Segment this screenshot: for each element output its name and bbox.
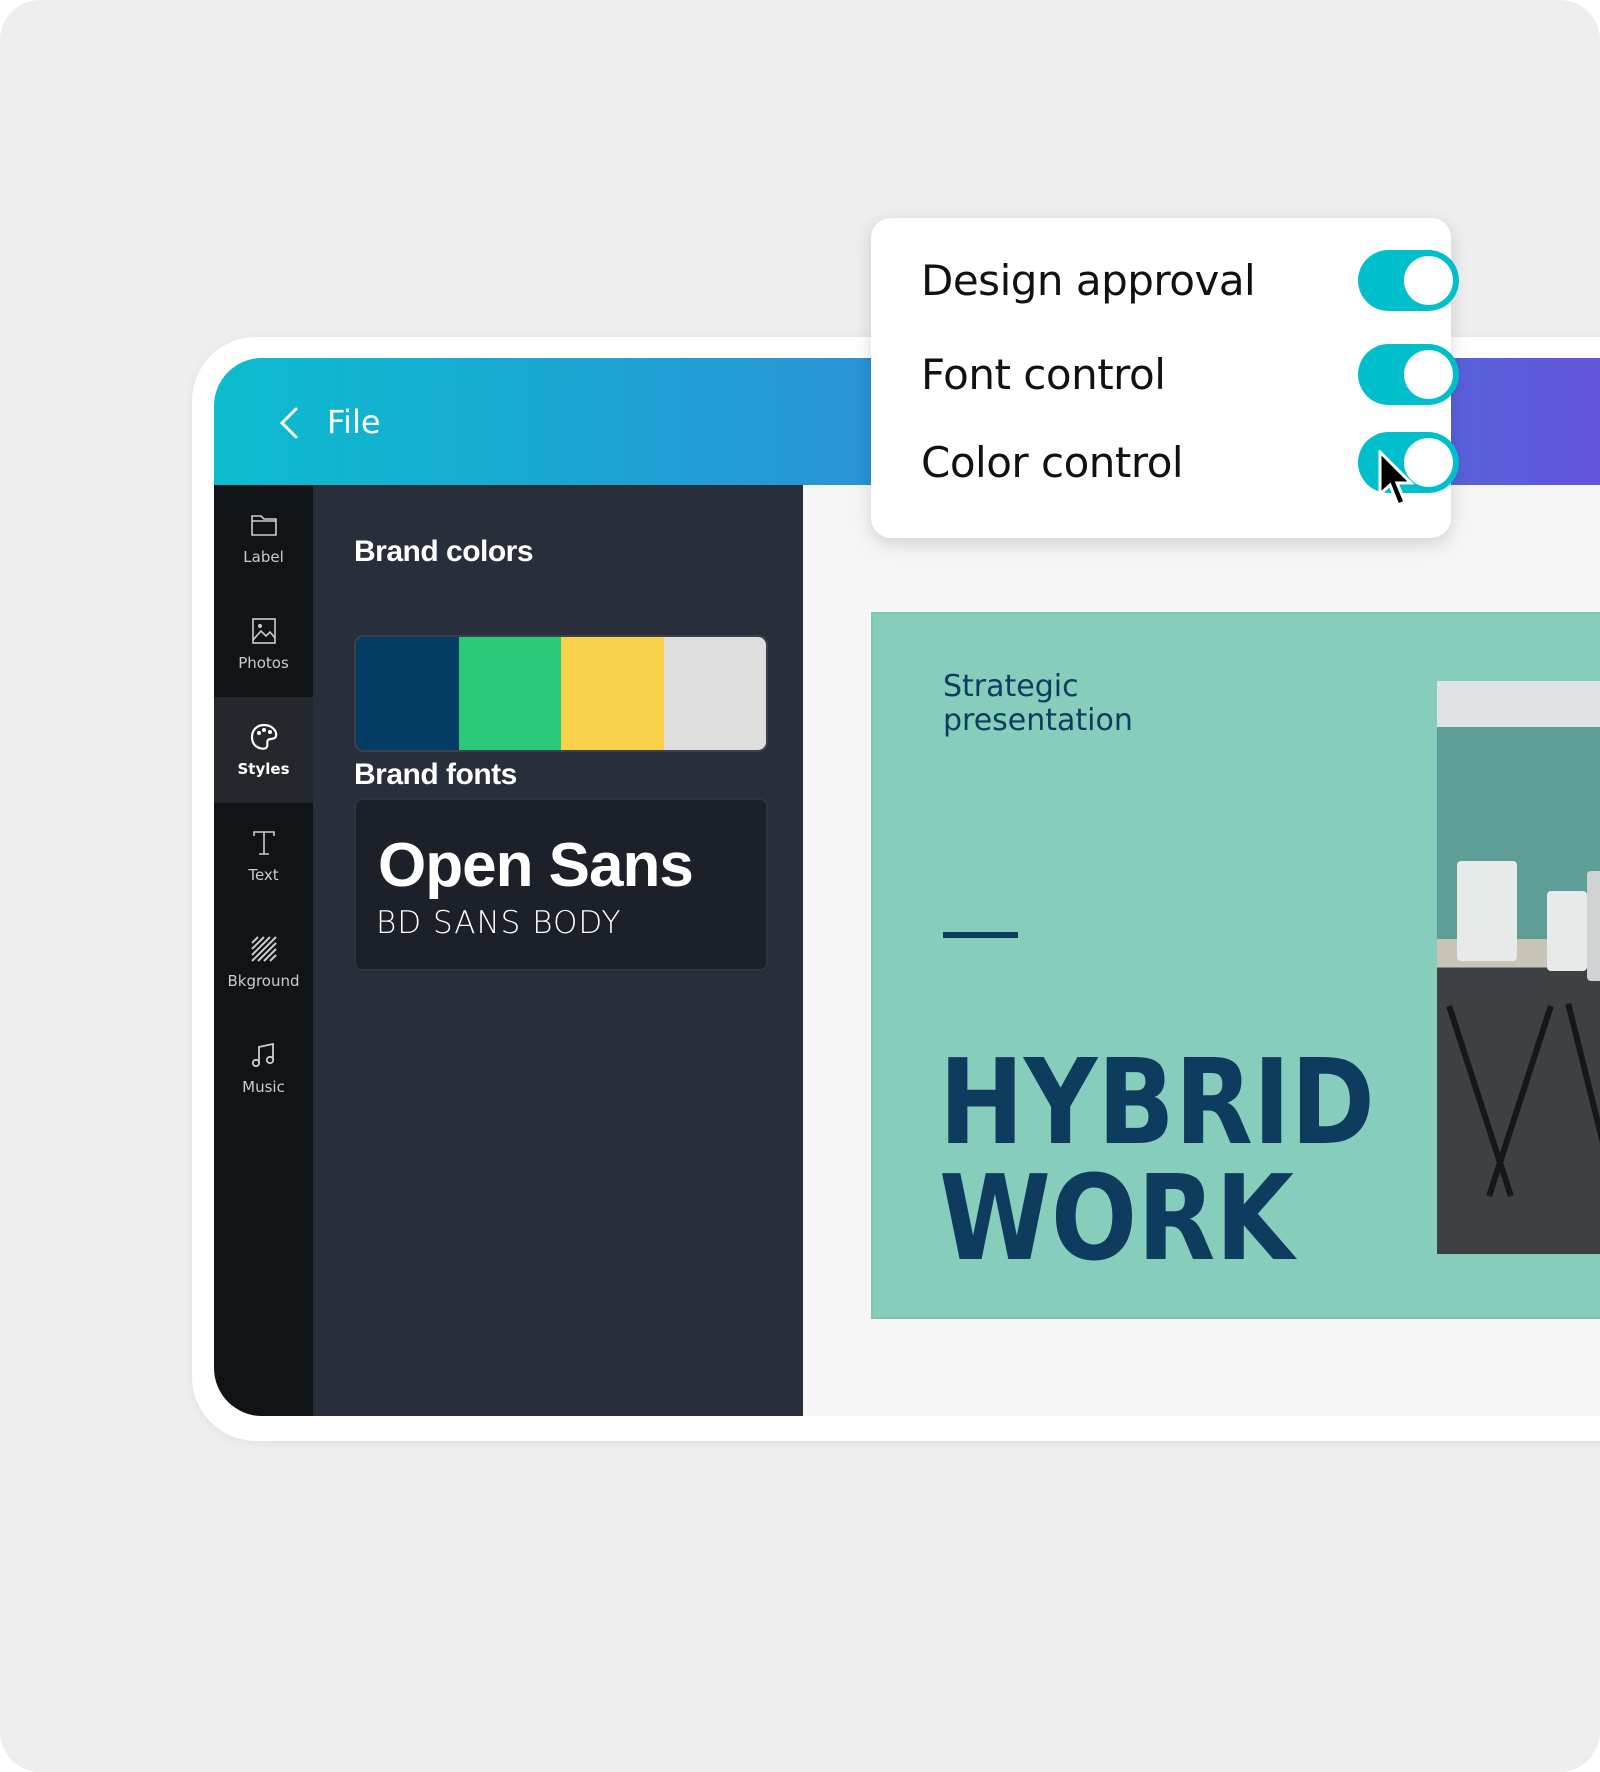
toggle-label: Design approval (921, 256, 1256, 305)
subtitle-line: presentation (943, 703, 1133, 738)
brand-colors-heading: Brand colors (354, 535, 534, 568)
sidebar-item-background[interactable]: Bkground (214, 909, 313, 1015)
sidebar-item-text: Text (248, 866, 279, 884)
design-approval-toggle[interactable] (1358, 250, 1459, 311)
monitor-shape (1547, 891, 1587, 971)
desk-leg (1565, 1002, 1600, 1180)
heading-font-name: Open Sans (378, 831, 694, 900)
sidebar-item-styles[interactable]: Styles (214, 697, 313, 803)
sidebar-item-text: Photos (238, 654, 289, 672)
sidebar-item-text: Music (242, 1078, 285, 1096)
toggle-label: Font control (921, 350, 1166, 399)
title-line: HYBRID (939, 1033, 1375, 1171)
folder-icon (250, 515, 277, 536)
sidebar-item-text[interactable]: Text (214, 803, 313, 909)
brand-controls-popup: Design approval Font control Color contr… (871, 218, 1459, 538)
color-swatch[interactable] (561, 637, 664, 750)
brand-font-card[interactable]: Open Sans BD SANS BODY (354, 798, 768, 971)
sidebar-item-text: Styles (237, 760, 290, 778)
monitor-shape (1587, 871, 1600, 981)
desk-leg (1446, 1004, 1514, 1198)
toggle-row-design-approval: Design approval (921, 250, 1459, 311)
music-note-icon (251, 1042, 274, 1068)
toggle-row-color-control: Color control (921, 432, 1459, 493)
sidebar-item-text: Bkground (227, 972, 300, 990)
sidebar-rail: Label Photos Styles Text Bkground Music (214, 485, 313, 1416)
body-font-name: BD SANS BODY (376, 905, 622, 941)
desk-leg (1486, 1004, 1554, 1198)
brand-fonts-heading: Brand fonts (354, 758, 517, 791)
file-menu[interactable]: File (327, 403, 381, 441)
subtitle-line: Strategic (943, 669, 1079, 704)
divider-line (943, 932, 1018, 938)
slide-title[interactable]: HYBRID WORK (939, 1033, 1375, 1287)
color-swatch[interactable] (663, 637, 766, 750)
font-control-toggle[interactable] (1358, 344, 1459, 405)
slide-subtitle[interactable]: Strategic presentation (943, 670, 1133, 738)
text-icon (252, 831, 275, 855)
office-photo[interactable] (1437, 681, 1600, 1254)
stage: File Label Photos Styles Text Bkground M… (0, 0, 1600, 1772)
sidebar-item-text: Label (243, 548, 284, 566)
palette-icon (250, 723, 277, 750)
color-swatch[interactable] (458, 637, 561, 750)
monitor-shape (1457, 861, 1517, 961)
sidebar-item-label[interactable]: Label (214, 485, 313, 591)
sidebar-item-music[interactable]: Music (214, 1015, 313, 1121)
brand-color-palette[interactable] (354, 635, 768, 752)
toggle-row-font-control: Font control (921, 344, 1459, 405)
styles-panel: Brand colors Brand fonts Open Sans BD SA… (313, 485, 803, 1416)
chevron-left-icon[interactable] (274, 406, 304, 440)
toggle-label: Color control (921, 438, 1184, 487)
image-icon (251, 618, 276, 644)
sidebar-item-photos[interactable]: Photos (214, 591, 313, 697)
title-line: WORK (939, 1149, 1294, 1287)
color-swatch[interactable] (356, 637, 459, 750)
mouse-pointer-icon (1378, 450, 1415, 507)
slide-canvas[interactable]: Strategic presentation HYBRID WORK (871, 612, 1600, 1319)
background-pattern-icon (250, 936, 277, 962)
